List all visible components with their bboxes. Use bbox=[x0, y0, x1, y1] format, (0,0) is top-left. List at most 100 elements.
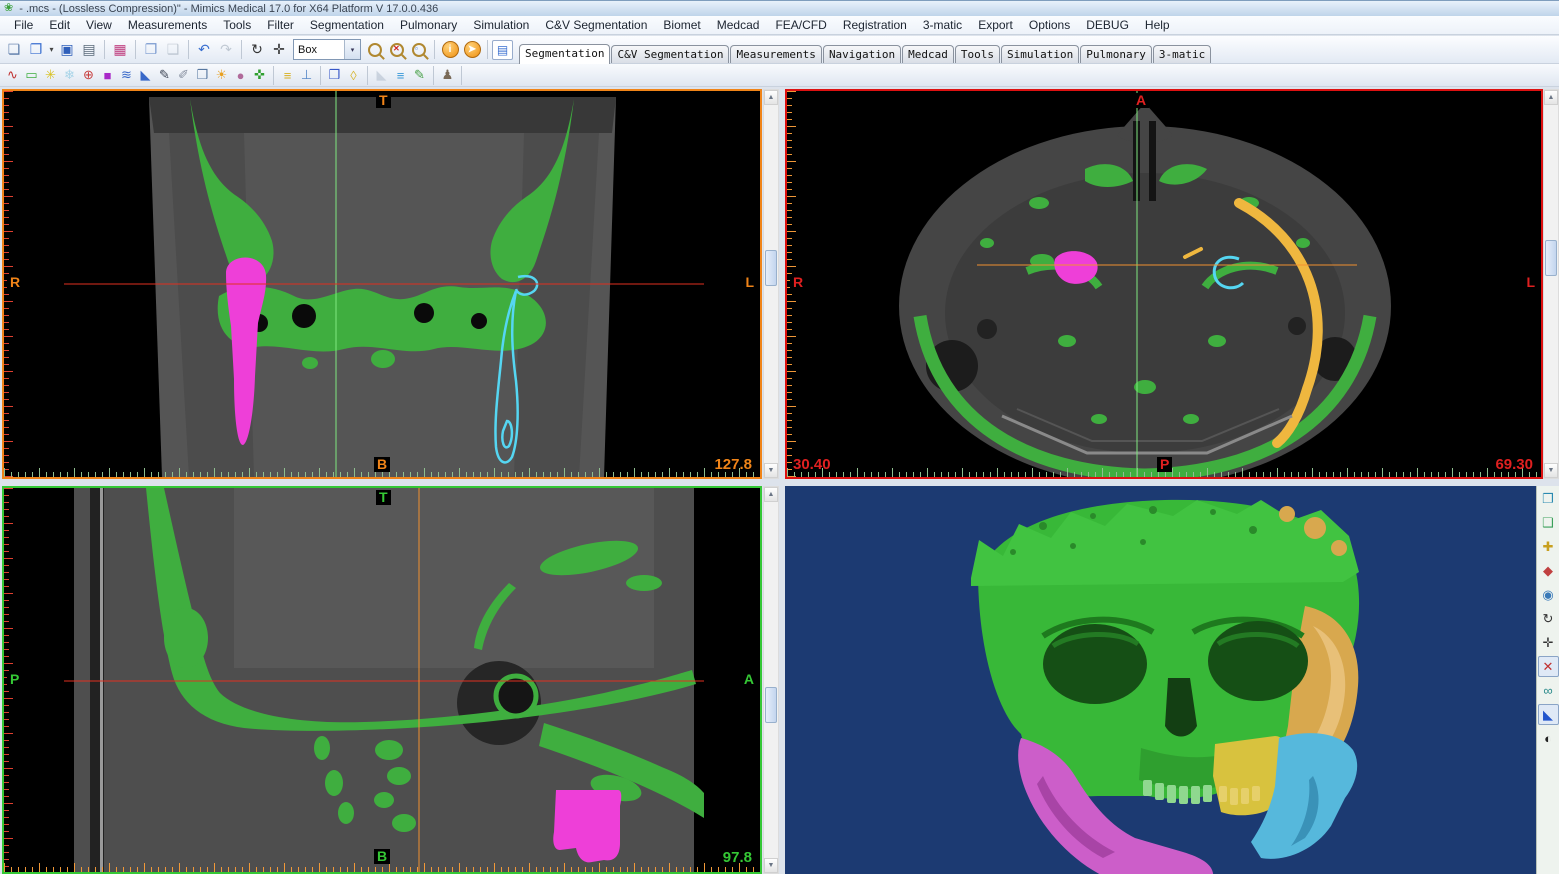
fill-cavity-icon[interactable]: ◣ bbox=[372, 66, 391, 85]
ribbon-tab[interactable]: Tools bbox=[955, 45, 1000, 63]
draw-pen-icon[interactable]: ✎ bbox=[155, 66, 174, 85]
scroll-up-icon[interactable]: ▲ bbox=[1544, 90, 1558, 105]
calculate-3d-icon[interactable]: ≡ bbox=[278, 66, 297, 85]
edit-masks-icon[interactable]: ■ bbox=[98, 66, 117, 85]
menu-item[interactable]: File bbox=[6, 17, 41, 33]
print-icon[interactable]: ▤ bbox=[78, 39, 100, 60]
mask-to-part-icon[interactable]: ❒ bbox=[325, 66, 344, 85]
combobox-caret-icon[interactable]: ▾ bbox=[344, 40, 360, 59]
scrollbar-thumb[interactable] bbox=[1545, 240, 1557, 276]
menu-item[interactable]: Measurements bbox=[120, 17, 215, 33]
sagittal-scrollbar[interactable]: ▲ ▼ bbox=[763, 486, 779, 874]
scroll-up-icon[interactable]: ▲ bbox=[764, 90, 778, 105]
menu-item[interactable]: C&V Segmentation bbox=[537, 17, 655, 33]
chart-axes-icon[interactable]: ◣ bbox=[1538, 704, 1559, 725]
bucket-fill-icon[interactable]: ◣ bbox=[136, 66, 155, 85]
threed-viewport[interactable] bbox=[785, 486, 1536, 874]
pan-3d-icon[interactable]: ✛ bbox=[1538, 632, 1559, 653]
redo-icon[interactable]: ↷ bbox=[215, 39, 237, 60]
menu-item[interactable]: FEA/CFD bbox=[767, 17, 834, 33]
info-icon[interactable]: i bbox=[439, 39, 461, 60]
ribbon-tab[interactable]: C&V Segmentation bbox=[611, 45, 729, 63]
axial-viewport[interactable]: A R L P 30.40 69.30 bbox=[785, 89, 1543, 479]
multiple-slice-edit-icon[interactable]: ≋ bbox=[117, 66, 136, 85]
ribbon-tab[interactable]: Simulation bbox=[1001, 45, 1079, 63]
crop-mask-icon[interactable]: ✜ bbox=[250, 66, 269, 85]
scrollbar-thumb[interactable] bbox=[765, 250, 777, 286]
scroll-down-icon[interactable]: ▼ bbox=[764, 463, 778, 478]
crop-rectangle-icon[interactable]: ▭ bbox=[22, 66, 41, 85]
menu-item[interactable]: Registration bbox=[835, 17, 915, 33]
orientation-pyramid-icon[interactable]: ◆ bbox=[1538, 560, 1559, 581]
menu-item[interactable]: Biomet bbox=[655, 17, 708, 33]
undo-icon[interactable]: ↶ bbox=[193, 39, 215, 60]
ribbon-tab[interactable]: Segmentation bbox=[519, 44, 610, 64]
axes-indicator-icon[interactable]: ✕ bbox=[1538, 656, 1559, 677]
scroll-down-icon[interactable]: ▼ bbox=[1544, 463, 1558, 478]
scrollbar-thumb[interactable] bbox=[765, 687, 777, 723]
region-growing-icon[interactable]: ✳ bbox=[41, 66, 60, 85]
menu-item[interactable]: Segmentation bbox=[302, 17, 392, 33]
ribbon-tab[interactable]: 3-matic bbox=[1153, 45, 1211, 63]
open-dropdown-caret-icon[interactable]: ▾ bbox=[47, 39, 56, 60]
pan-view-icon[interactable]: ✛ bbox=[268, 39, 290, 60]
menu-item[interactable]: View bbox=[78, 17, 120, 33]
thresholding-icon[interactable]: ∿ bbox=[3, 66, 22, 85]
rotate-view-icon[interactable]: ↻ bbox=[246, 39, 268, 60]
calculate-part-icon[interactable]: ⊥ bbox=[297, 66, 316, 85]
menu-item[interactable]: Options bbox=[1021, 17, 1078, 33]
sagittal-viewport[interactable]: T P A B 97.8 bbox=[2, 486, 762, 874]
menu-item[interactable]: Export bbox=[970, 17, 1021, 33]
label-tag-icon[interactable]: ◊ bbox=[344, 66, 363, 85]
unzoom-icon[interactable]: ✕ bbox=[386, 39, 408, 60]
visibility-eye-icon[interactable]: ◉ bbox=[1538, 584, 1559, 605]
save-project-icon[interactable]: ▣ bbox=[56, 39, 78, 60]
new-project-icon[interactable]: ❏ bbox=[3, 39, 25, 60]
ribbon-tab[interactable]: Measurements bbox=[730, 45, 821, 63]
menu-item[interactable]: Medcad bbox=[709, 17, 768, 33]
zoom-in-icon[interactable] bbox=[364, 39, 386, 60]
sagittal-view-image[interactable] bbox=[4, 488, 760, 872]
update-3d-icon[interactable]: ≡ bbox=[391, 66, 410, 85]
axial-scrollbar[interactable]: ▲ ▼ bbox=[1543, 89, 1559, 479]
ribbon-tab[interactable]: Medcad bbox=[902, 45, 954, 63]
menu-item[interactable]: Filter bbox=[259, 17, 302, 33]
zoom-box-icon[interactable]: ▫ bbox=[408, 39, 430, 60]
anatomy-reconstruction-icon[interactable]: ♟ bbox=[438, 66, 457, 85]
morphology-operations-icon[interactable]: ☀ bbox=[212, 66, 231, 85]
zoom-mode-combobox[interactable]: Box ▾ bbox=[293, 39, 361, 60]
panel-layout-icon[interactable]: ▤ bbox=[492, 40, 513, 60]
ribbon-tab[interactable]: Navigation bbox=[823, 45, 901, 63]
threed-render-image[interactable] bbox=[785, 486, 1536, 874]
rotate-3d-icon[interactable]: ↻ bbox=[1538, 608, 1559, 629]
project-management-icon[interactable]: ▦ bbox=[109, 39, 131, 60]
coronal-view-image[interactable] bbox=[4, 91, 760, 477]
paste-icon[interactable]: ❑ bbox=[162, 39, 184, 60]
erase-pencil-icon[interactable]: ✐ bbox=[174, 66, 193, 85]
dynamic-region-growing-icon[interactable]: ❄ bbox=[60, 66, 79, 85]
contrast-icon[interactable]: ◐ bbox=[1538, 728, 1559, 749]
registration-cross-icon[interactable]: ✚ bbox=[1538, 536, 1559, 557]
view-layers-icon[interactable]: ❐ bbox=[1538, 488, 1559, 509]
smooth-mask-icon[interactable]: ● bbox=[231, 66, 250, 85]
coronal-viewport[interactable]: T R L B 127.8 bbox=[2, 89, 762, 479]
scroll-up-icon[interactable]: ▲ bbox=[764, 487, 778, 502]
menu-item[interactable]: Help bbox=[1137, 17, 1178, 33]
menu-item[interactable]: Tools bbox=[215, 17, 259, 33]
menu-item[interactable]: 3-matic bbox=[915, 17, 970, 33]
cube-view-icon[interactable]: ❑ bbox=[1538, 512, 1559, 533]
menu-item[interactable]: Edit bbox=[41, 17, 78, 33]
copy-icon[interactable]: ❐ bbox=[140, 39, 162, 60]
menu-item[interactable]: Simulation bbox=[465, 17, 537, 33]
menu-item[interactable]: Pulmonary bbox=[392, 17, 465, 33]
coronal-scrollbar[interactable]: ▲ ▼ bbox=[763, 89, 779, 479]
edit-mask-3d-icon[interactable]: ❒ bbox=[193, 66, 212, 85]
edit-3d-pencil-icon[interactable]: ✎ bbox=[410, 66, 429, 85]
scroll-down-icon[interactable]: ▼ bbox=[764, 858, 778, 873]
split-mask-icon[interactable]: ⊕ bbox=[79, 66, 98, 85]
stereo-glasses-icon[interactable]: ∞ bbox=[1538, 680, 1559, 701]
context-help-icon[interactable]: ➤ bbox=[461, 39, 483, 60]
ribbon-tab[interactable]: Pulmonary bbox=[1080, 45, 1152, 63]
open-project-icon[interactable]: ❐ bbox=[25, 39, 47, 60]
axial-view-image[interactable] bbox=[787, 91, 1541, 477]
